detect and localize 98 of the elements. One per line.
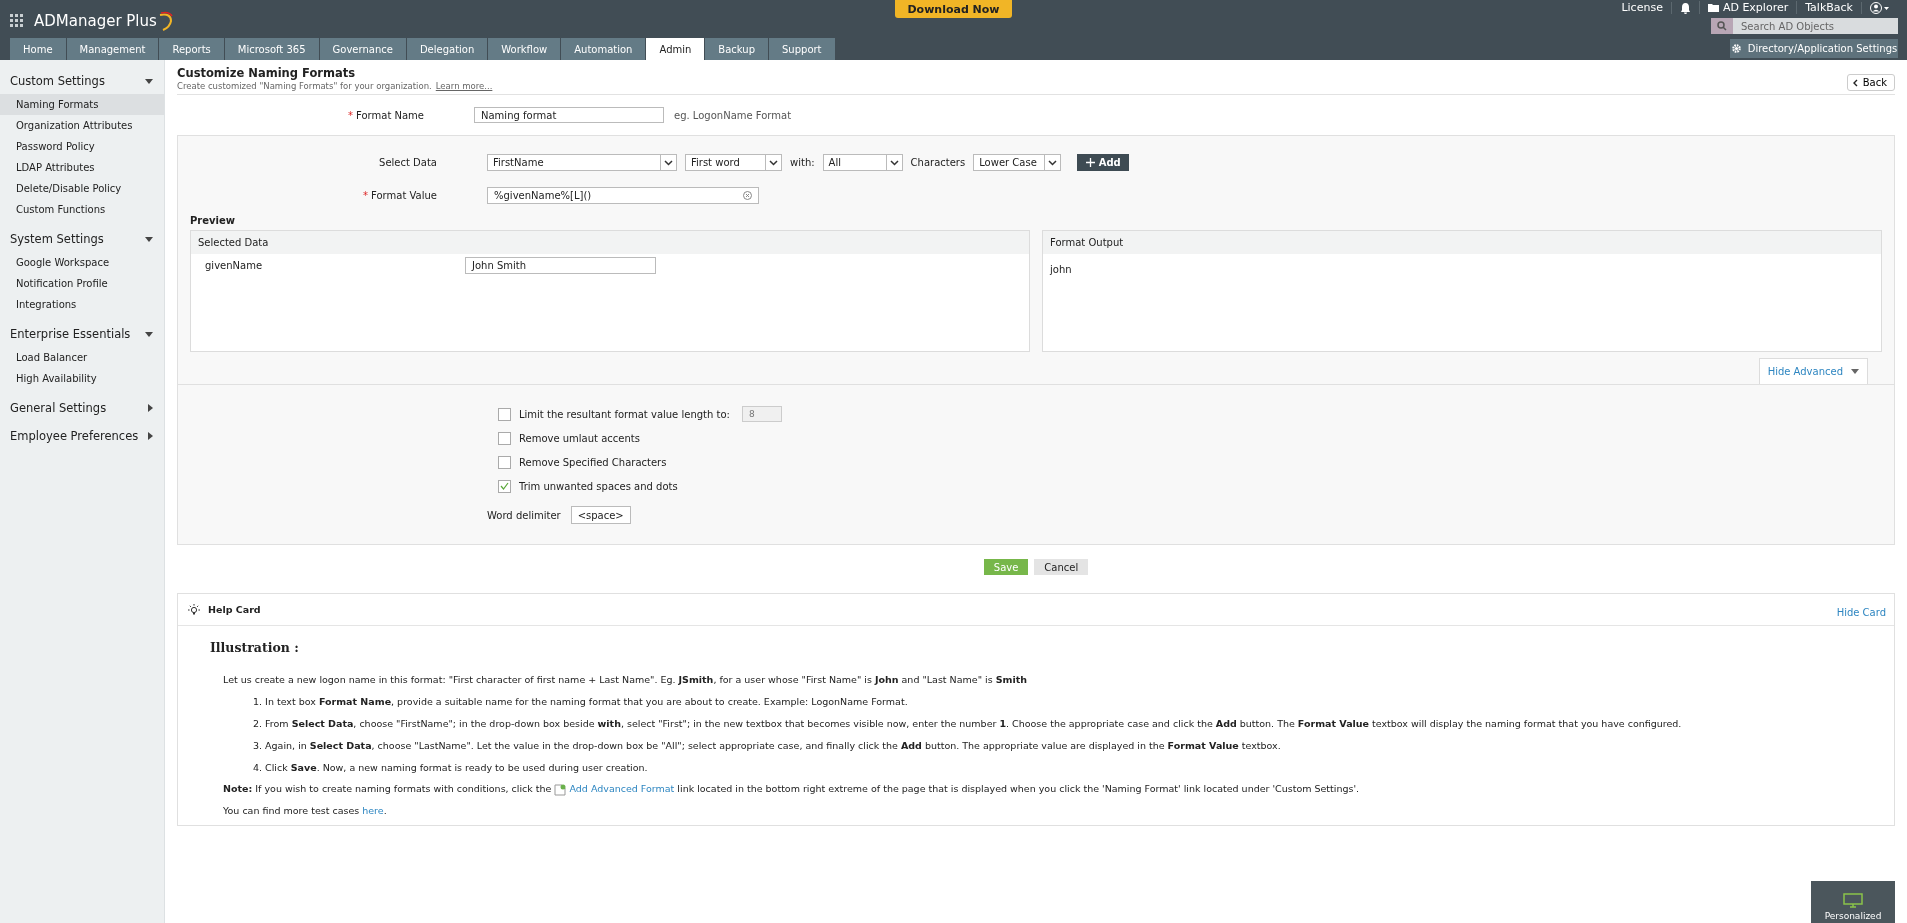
header-link[interactable]: AD Explorer — [1722, 1, 1789, 14]
section-heading: Preview — [190, 215, 236, 226]
chevron-down-icon — [1048, 159, 1058, 166]
help-text: You can find more test cases here. — [223, 803, 388, 817]
learn-more-link[interactable]: Learn more... — [435, 81, 493, 91]
field-hint: eg. LogonName Format — [674, 109, 792, 121]
nav-tab[interactable]: Backup — [705, 38, 768, 60]
help-text: Let us create a new logon name in this format: "First character of first name + Last Name". Eg. JSmith, for a user whose "First Name" is John and "Last Name" is Smith — [223, 673, 1028, 686]
panel-header: Format Output — [1043, 231, 1881, 254]
sidebar-item[interactable]: Integrations — [0, 294, 164, 315]
sidebar-item[interactable]: Load Balancer — [0, 347, 164, 368]
add-advanced-format-link[interactable]: Add Advanced Format — [554, 783, 675, 794]
field-label: Word delimiter — [487, 509, 561, 521]
help-step: 3. Again, in Select Data, choose "LastName". Let the value in the drop-down box be "All"; select appropriate case, and finally click the Add button. The appropriate value are displayed in the Format Value textbox. — [253, 739, 1894, 752]
chevron-left-icon — [1852, 78, 1858, 87]
panel-header: Selected Data — [191, 231, 1029, 254]
sidebar-item[interactable]: Organization Attributes — [0, 115, 164, 136]
header-link[interactable]: TalkBack — [1805, 1, 1853, 14]
folder-icon — [1707, 3, 1719, 12]
help-step: 4. Click Save. Now, a new naming format is ready to be used during user creation. — [253, 761, 1894, 774]
format-name-field[interactable]: Naming format — [474, 107, 664, 123]
search-icon — [1717, 21, 1727, 31]
user-avatar-icon[interactable] — [1870, 1, 1890, 14]
checkbox[interactable] — [498, 431, 511, 445]
delimiter-field[interactable]: <space> — [570, 506, 631, 524]
sidebar-item[interactable]: LDAP Attributes — [0, 157, 164, 178]
back-button[interactable]: Back — [1846, 74, 1895, 91]
help-heading: Illustration : — [209, 639, 300, 655]
with-dropdown[interactable]: All — [822, 154, 903, 171]
field-label: with: — [790, 157, 815, 168]
checkmark-icon — [500, 482, 509, 490]
header-link[interactable]: License — [1621, 1, 1663, 14]
download-button[interactable]: Download Now — [895, 0, 1012, 18]
sidebar-section-header[interactable]: Enterprise Essentials — [0, 321, 164, 347]
page-title: Customize Naming Formats — [177, 66, 357, 80]
sidebar-item[interactable]: Delete/Disable Policy — [0, 178, 164, 199]
gear-icon — [1730, 43, 1742, 54]
option-label: Trim unwanted spaces and dots — [519, 480, 678, 492]
document-icon — [554, 783, 567, 796]
attribute-value-field[interactable]: John Smith — [465, 257, 656, 274]
clear-icon[interactable] — [743, 191, 752, 200]
personalize-widget[interactable]: Personalized — [1811, 881, 1895, 923]
cancel-button[interactable]: Cancel — [1034, 559, 1089, 575]
product-name: ADManager Plus — [34, 12, 157, 30]
chevron-down-icon — [664, 159, 673, 166]
hide-card-link[interactable]: Hide Card — [1836, 607, 1886, 618]
sidebar-item[interactable]: High Availability — [0, 368, 164, 389]
field-label: Select Data — [378, 157, 437, 168]
case-dropdown[interactable]: Lower Case — [973, 154, 1062, 171]
chevron-down-icon — [769, 159, 778, 166]
format-value-field[interactable]: %givenName%[L]() — [487, 187, 759, 204]
format-output: john — [1049, 263, 1073, 277]
settings-button[interactable]: Directory/Application Settings — [1730, 39, 1898, 58]
checkbox[interactable] — [498, 479, 511, 493]
nav-tab[interactable]: Management — [66, 38, 159, 60]
here-link[interactable]: here — [362, 804, 384, 816]
help-card-title: Help Card — [208, 604, 261, 615]
sidebar-item[interactable]: Custom Functions — [0, 199, 164, 220]
monitor-icon — [1843, 893, 1863, 908]
nav-tab[interactable]: Delegation — [406, 38, 488, 60]
field-label: Characters — [910, 157, 966, 168]
sidebar-section-header[interactable]: General Settings — [0, 395, 164, 421]
sidebar-item[interactable]: Notification Profile — [0, 273, 164, 294]
add-button[interactable]: Add — [1077, 154, 1130, 171]
field-label: * Format Value — [362, 190, 437, 201]
search-field[interactable]: Search AD Objects — [1711, 18, 1898, 34]
field-label: * Format Name — [347, 109, 424, 121]
page-subtitle: Create customized "Naming Formats" for your organization. Learn more... — [177, 81, 493, 91]
sidebar-section-header[interactable]: Custom Settings — [0, 68, 164, 94]
option-label: Limit the resultant format value length to: — [519, 408, 730, 420]
nav-tab[interactable]: Home — [10, 38, 66, 60]
plus-icon — [1085, 158, 1095, 167]
attribute-name: givenName — [205, 260, 264, 271]
checkbox[interactable] — [498, 455, 511, 469]
sidebar-section-header[interactable]: Employee Preferences — [0, 423, 164, 449]
bell-icon[interactable] — [1679, 1, 1691, 14]
nav-tab[interactable]: Automation — [561, 38, 646, 60]
nav-tab[interactable]: Reports — [159, 38, 224, 60]
option-label: Remove umlaut accents — [519, 432, 640, 444]
nav-tab[interactable]: Support — [769, 38, 835, 60]
nav-tab[interactable]: Admin — [646, 38, 705, 60]
attribute-dropdown[interactable]: FirstName — [487, 154, 677, 171]
advanced-toggle[interactable]: Hide Advanced — [1758, 358, 1868, 384]
nav-tab[interactable]: Governance — [319, 38, 406, 60]
help-note: Note: If you wish to create naming formats with conditions, click the Add Advanced Format link located in the bottom right extreme of the page that is displayed when you click the 'Naming Format' link located under 'Custom Settings'. — [223, 782, 1361, 796]
apps-grid-icon[interactable] — [10, 14, 24, 28]
lightbulb-icon — [188, 603, 200, 616]
sidebar-item[interactable]: Naming Formats — [0, 94, 164, 115]
word-part-dropdown[interactable]: First word — [685, 154, 782, 171]
nav-tab[interactable]: Microsoft 365 — [224, 38, 319, 60]
chevron-down-icon — [889, 159, 899, 166]
option-label: Remove Specified Characters — [519, 456, 667, 468]
sidebar-item[interactable]: Password Policy — [0, 136, 164, 157]
nav-tab[interactable]: Workflow — [488, 38, 561, 60]
sidebar-section-header[interactable]: System Settings — [0, 226, 164, 252]
help-step: 2. From Select Data, choose "FirstName"; in the drop-down box beside with, select "First"; in the new textbox that becomes visible now, enter the number 1. Choose the appropriate case and click the Add button. The Format Value textbox will display the naming format that you have configured. — [253, 717, 1894, 730]
sidebar-item[interactable]: Google Workspace — [0, 252, 164, 273]
help-step: 1. In text box Format Name, provide a suitable name for the naming format that you are about to create. Example: LogonName Format. — [253, 695, 1894, 708]
